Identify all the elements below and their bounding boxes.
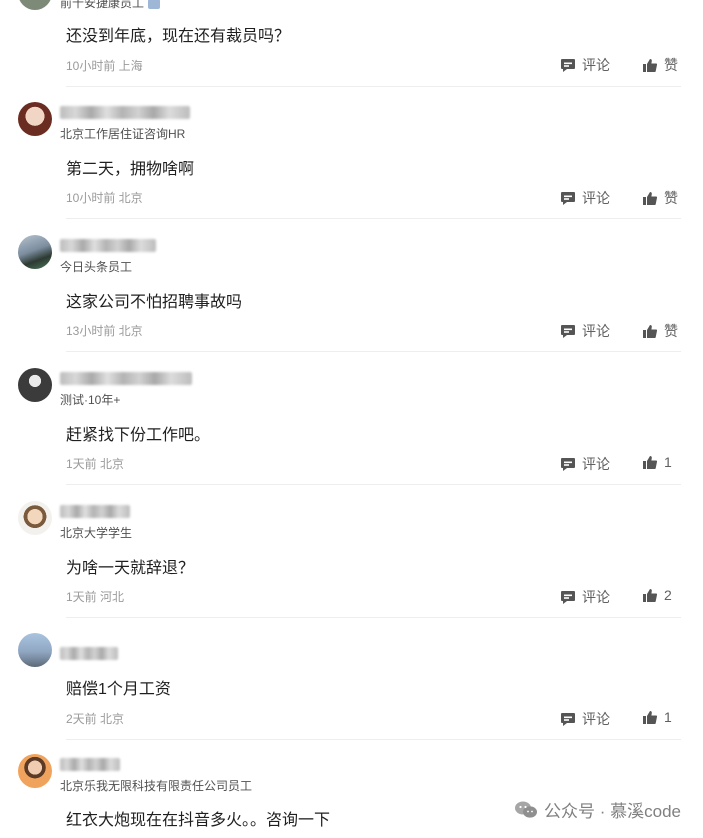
watermark: 公众号 · 慕溪code bbox=[514, 797, 681, 822]
comment-meta: 1天前 河北 bbox=[66, 590, 125, 604]
user-name-blurred[interactable] bbox=[60, 239, 156, 252]
avatar[interactable] bbox=[18, 102, 52, 136]
comment-icon bbox=[561, 457, 575, 471]
divider bbox=[66, 739, 681, 740]
comment-button[interactable]: 评论 bbox=[560, 709, 610, 729]
comment-button-label: 评论 bbox=[582, 323, 610, 339]
divider bbox=[66, 218, 681, 219]
comment-text: 还没到年底，现在还有裁员吗？ bbox=[66, 28, 291, 45]
avatar[interactable] bbox=[18, 0, 52, 10]
comment-button-label: 评论 bbox=[582, 456, 610, 472]
like-button[interactable]: 1 bbox=[642, 709, 672, 725]
avatar[interactable] bbox=[18, 754, 52, 788]
avatar[interactable] bbox=[18, 235, 52, 269]
user-subtitle: 北京乐我无限科技有限责任公司员工 bbox=[60, 779, 253, 793]
comment-icon bbox=[561, 191, 575, 205]
comment-text: 红衣大炮现在在抖音多火。。咨询一下 bbox=[66, 812, 331, 829]
comment-button[interactable]: 评论 bbox=[560, 454, 610, 474]
thumbs-up-icon bbox=[643, 191, 658, 205]
comment-button-label: 评论 bbox=[582, 711, 610, 727]
avatar[interactable] bbox=[18, 501, 52, 535]
user-name-blurred[interactable] bbox=[60, 758, 120, 771]
user-subtitle: 北京大学学生 bbox=[60, 526, 133, 540]
comment-icon bbox=[561, 712, 575, 726]
comment-button[interactable]: 评论 bbox=[560, 321, 610, 341]
comment-button[interactable]: 评论 bbox=[560, 587, 610, 607]
like-button[interactable]: 赞 bbox=[642, 55, 678, 75]
user-name-blurred[interactable] bbox=[60, 106, 190, 119]
thumbs-up-icon bbox=[643, 324, 658, 338]
user-subtitle: 测试·10年+ bbox=[60, 393, 121, 407]
user-subtitle: 前十安捷康员工 bbox=[60, 0, 161, 11]
divider bbox=[66, 484, 681, 485]
divider bbox=[66, 617, 681, 618]
comment-meta: 10小时前 北京 bbox=[66, 191, 143, 205]
comment-icon bbox=[561, 590, 575, 604]
comment-meta: 1天前 北京 bbox=[66, 457, 125, 471]
like-count: 1 bbox=[664, 454, 672, 470]
comment-text: 赔偿1个月工资 bbox=[66, 681, 171, 698]
comment-icon bbox=[561, 324, 575, 338]
thumbs-up-icon bbox=[643, 455, 658, 469]
like-count: 赞 bbox=[664, 190, 678, 206]
verified-badge-icon bbox=[148, 0, 161, 9]
avatar[interactable] bbox=[18, 368, 52, 402]
user-subtitle: 今日头条员工 bbox=[60, 260, 133, 274]
like-count: 2 bbox=[664, 587, 672, 603]
user-name-blurred[interactable] bbox=[60, 647, 118, 660]
comment-meta: 2天前 北京 bbox=[66, 712, 125, 726]
user-name-blurred[interactable] bbox=[60, 505, 130, 518]
like-button[interactable]: 2 bbox=[642, 587, 672, 603]
comment-button-label: 评论 bbox=[582, 589, 610, 605]
like-button[interactable]: 赞 bbox=[642, 188, 678, 208]
avatar[interactable] bbox=[18, 633, 52, 667]
comment-text: 第二天，拥物啥啊 bbox=[66, 161, 195, 178]
thumbs-up-icon bbox=[643, 588, 658, 602]
user-subtitle: 北京工作居住证咨询HR bbox=[60, 127, 186, 141]
comment-button[interactable]: 评论 bbox=[560, 55, 610, 75]
like-button[interactable]: 1 bbox=[642, 454, 672, 470]
like-button[interactable]: 赞 bbox=[642, 321, 678, 341]
like-count: 赞 bbox=[664, 323, 678, 339]
comment-text: 赶紧找下份工作吧。 bbox=[66, 427, 211, 444]
comment-text: 为啥一天就辞退？ bbox=[66, 560, 195, 577]
comment-button-label: 评论 bbox=[582, 57, 610, 73]
wechat-icon bbox=[515, 801, 538, 818]
thumbs-up-icon bbox=[643, 58, 658, 72]
divider bbox=[66, 86, 681, 87]
comment-meta: 10小时前 上海 bbox=[66, 59, 143, 73]
user-name-blurred[interactable] bbox=[60, 372, 192, 385]
watermark-text: 公众号 · 慕溪code bbox=[544, 802, 681, 821]
like-count: 赞 bbox=[664, 57, 678, 73]
comment-button[interactable]: 评论 bbox=[560, 188, 610, 208]
thumbs-up-icon bbox=[643, 710, 658, 724]
comment-text: 这家公司不怕招聘事故吗 bbox=[66, 294, 243, 311]
comment-meta: 13小时前 北京 bbox=[66, 324, 143, 338]
divider bbox=[66, 351, 681, 352]
like-count: 1 bbox=[664, 709, 672, 725]
comment-button-label: 评论 bbox=[582, 190, 610, 206]
comment-icon bbox=[561, 58, 575, 72]
